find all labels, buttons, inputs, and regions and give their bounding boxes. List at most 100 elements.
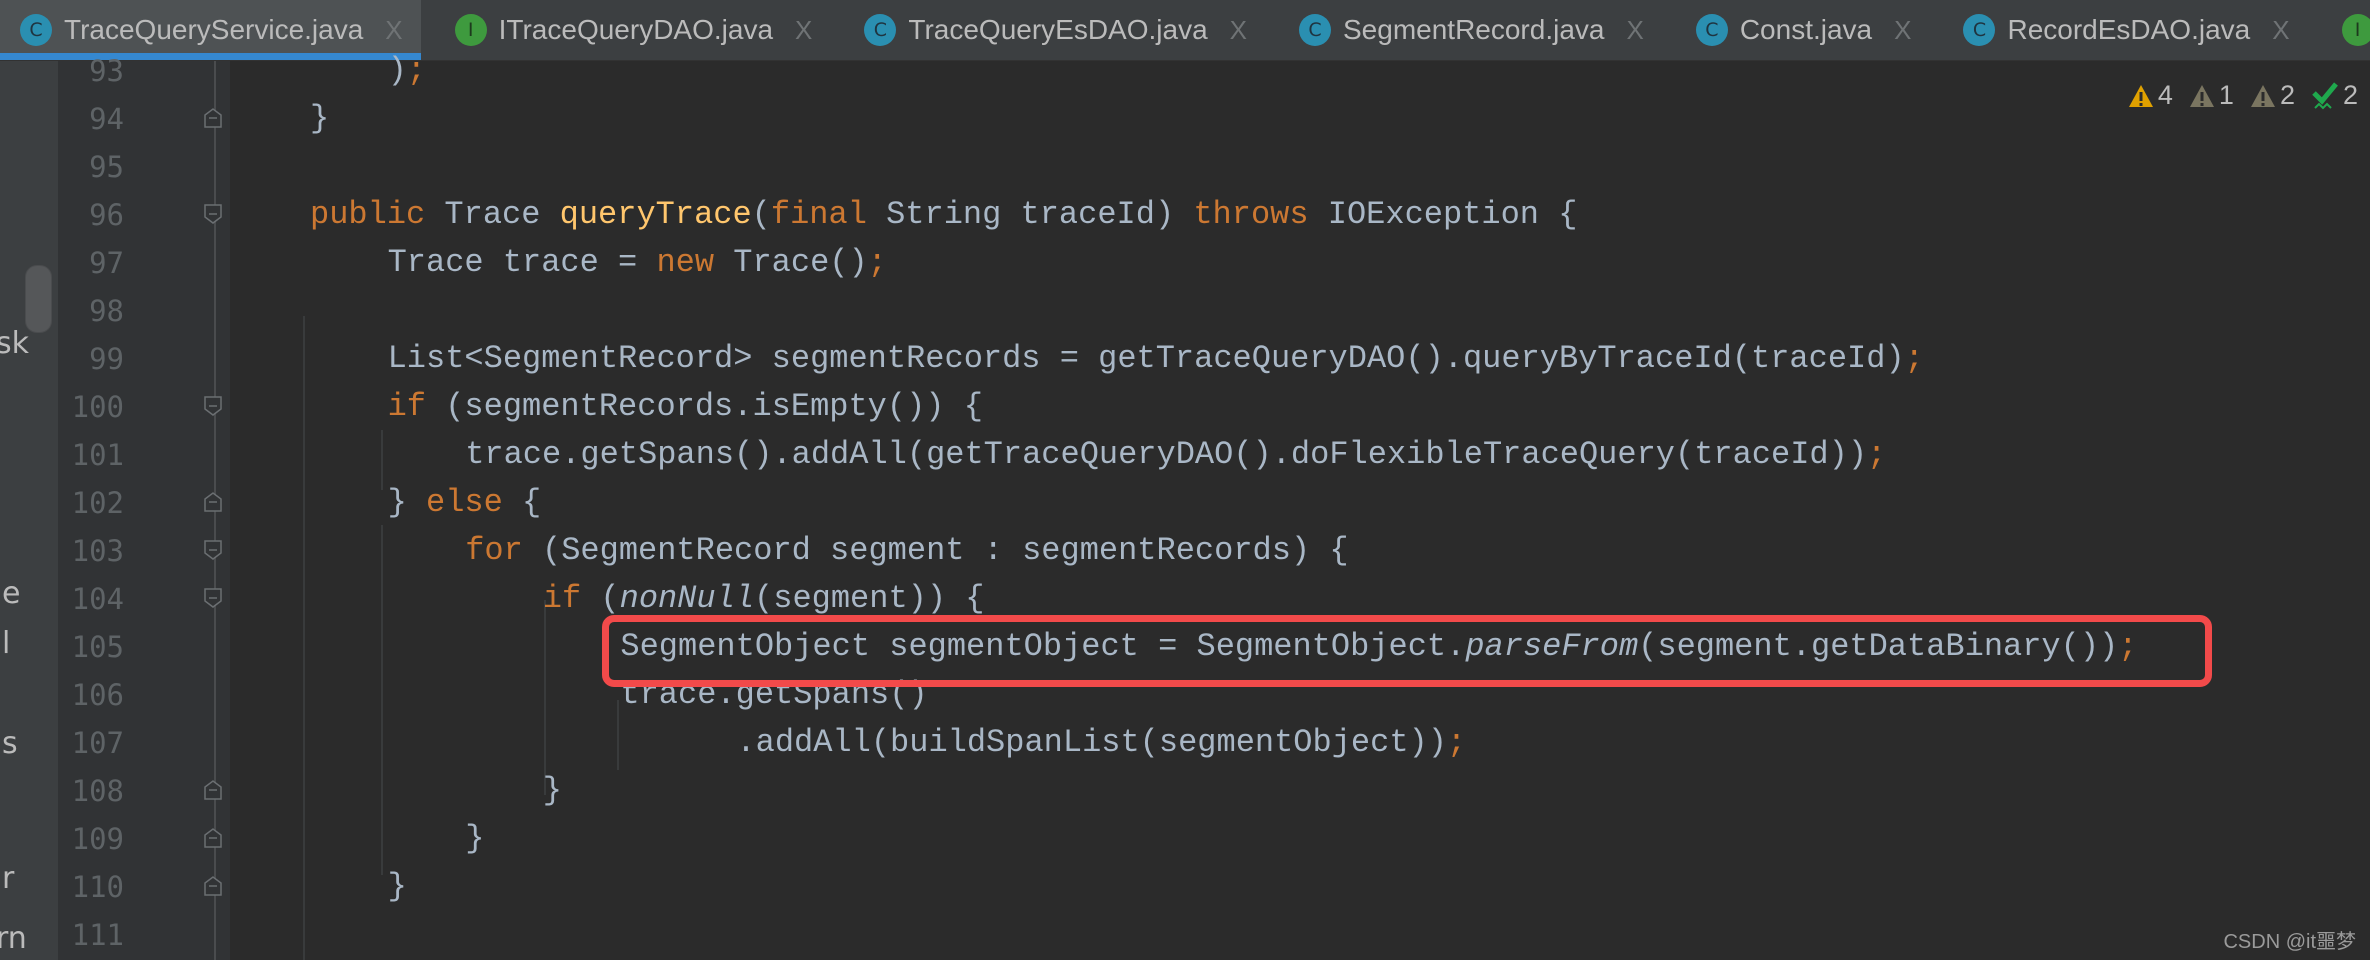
code-token: final	[770, 196, 867, 233]
code-token: ;	[867, 244, 887, 281]
code-text: for (SegmentRecord segment : segmentReco…	[465, 527, 1348, 575]
ok-indicator[interactable]: 2	[2311, 80, 2358, 111]
tab-label: TraceQueryService.java	[64, 14, 364, 45]
code-token: (segment)) {	[754, 580, 985, 617]
code-line: 99 List<SegmentRecord> segmentRecords = g…	[0, 335, 2370, 383]
fold-start-icon[interactable]	[204, 588, 222, 608]
code-token: }	[465, 820, 485, 857]
code-token: }	[542, 772, 562, 809]
code-line: 111	[0, 911, 2370, 959]
class-file-icon: C	[1695, 14, 1728, 46]
line-number: 94	[89, 102, 124, 136]
warning-icon	[2128, 84, 2153, 107]
fold-start-icon[interactable]	[204, 396, 222, 416]
code-line: 108}	[0, 767, 2370, 815]
warnings-indicator[interactable]: 4	[2128, 80, 2173, 111]
warnings-count: 4	[2157, 80, 2173, 110]
code-text: } else {	[388, 479, 542, 527]
code-text: }	[310, 95, 329, 143]
weak-warnings-indicator[interactable]: 1	[2189, 80, 2234, 111]
highlight-box	[602, 615, 2212, 687]
line-number: 107	[71, 726, 124, 760]
line-number: 108	[71, 774, 124, 808]
code-token: queryTrace	[559, 196, 752, 233]
code-line: 107 .addAll(buildSpanList(segmentObject)…	[0, 719, 2370, 767]
typos-indicator[interactable]: 2	[2250, 80, 2295, 111]
code-token: throws	[1193, 196, 1309, 233]
code-token: (SegmentRecord segment : segmentRecords)…	[522, 532, 1349, 569]
weak-warning-icon	[2189, 84, 2214, 107]
code-token: .addAll(buildSpanList(segmentObject))	[698, 724, 1447, 761]
close-icon[interactable]: X	[795, 15, 812, 46]
interface-file-icon: I	[454, 14, 487, 46]
code-token: {	[502, 484, 542, 521]
class-file-icon: C	[1299, 14, 1331, 46]
code-token: )	[387, 52, 407, 89]
close-icon[interactable]: X	[2272, 15, 2289, 46]
class-file-icon: C	[1963, 14, 1996, 46]
code-token: List<SegmentRecord> segmentRecords = get…	[387, 340, 1905, 377]
code-token: public	[310, 196, 426, 233]
fold-end-icon[interactable]	[204, 108, 222, 128]
code-token: ;	[1867, 436, 1887, 473]
close-icon[interactable]: X	[1626, 15, 1643, 46]
code-token: trace.getSpans().addAll(getTraceQueryDAO…	[465, 436, 1868, 473]
code-text: Trace trace = new Trace();	[388, 239, 887, 287]
code-text: }	[465, 815, 484, 863]
code-token: nonNull	[619, 580, 755, 617]
fold-end-icon[interactable]	[204, 492, 222, 512]
typos-count: 2	[2279, 80, 2295, 110]
code-line: 103 for (SegmentRecord segment : segmentR…	[0, 527, 2370, 575]
class-file-icon: C	[864, 14, 897, 46]
line-number: 96	[89, 198, 124, 232]
code-token: Trace trace =	[387, 244, 657, 281]
inspection-indicators[interactable]: 4 1 2 2	[2118, 80, 2358, 111]
fold-end-icon[interactable]	[204, 780, 222, 800]
fold-end-icon[interactable]	[204, 876, 222, 896]
code-token: if	[542, 580, 582, 617]
code-token: else	[426, 484, 503, 521]
line-number: 104	[71, 582, 124, 616]
code-text: );	[388, 47, 426, 95]
line-number: 110	[71, 870, 124, 904]
code-token: for	[465, 532, 523, 569]
line-number: 100	[71, 390, 124, 424]
line-number: 93	[89, 54, 124, 88]
code-line: 110}	[0, 863, 2370, 911]
line-number: 103	[71, 534, 124, 568]
code-token: Trace()	[714, 244, 868, 281]
code-text: public Trace queryTrace(final String tra…	[310, 191, 1577, 239]
line-number: 102	[71, 486, 124, 520]
watermark: CSDN @it噩梦	[2223, 931, 2356, 953]
code-line: 96 public Trace queryTrace(final String t…	[0, 191, 2370, 239]
code-line: 95	[0, 143, 2370, 191]
code-token: (	[751, 196, 771, 233]
line-number: 109	[71, 822, 124, 856]
fold-start-icon[interactable]	[204, 204, 222, 224]
line-number: 95	[89, 150, 124, 184]
code-token: }	[387, 484, 426, 521]
tab-label: Const.java	[1739, 14, 1873, 45]
code-token: IOException {	[1308, 196, 1578, 233]
code-line: 109}	[0, 815, 2370, 863]
code-text: }	[543, 767, 562, 815]
close-icon[interactable]: X	[1894, 15, 1911, 46]
check-icon	[2312, 81, 2338, 109]
close-icon[interactable]: X	[1230, 15, 1247, 46]
close-icon[interactable]: X	[385, 15, 402, 46]
code-line: 97 Trace trace = new Trace();	[0, 239, 2370, 287]
code-token: ;	[1446, 724, 1467, 761]
fold-end-icon[interactable]	[204, 828, 222, 848]
code-text: List<SegmentRecord> segmentRecords = get…	[388, 335, 1924, 383]
tab-label: RecordEsDAO.java	[2007, 14, 2251, 45]
code-token: (segmentRecords.isEmpty()) {	[426, 388, 983, 425]
fold-start-icon[interactable]	[204, 540, 222, 560]
code-line: 98	[0, 287, 2370, 335]
code-token: if	[387, 388, 426, 425]
code-token: ;	[1904, 340, 1924, 377]
class-file-icon: C	[20, 14, 52, 46]
code-token: Trace	[425, 196, 560, 233]
code-token: new	[656, 244, 715, 281]
line-number: 106	[71, 678, 124, 712]
code-token: String traceId)	[866, 196, 1194, 233]
